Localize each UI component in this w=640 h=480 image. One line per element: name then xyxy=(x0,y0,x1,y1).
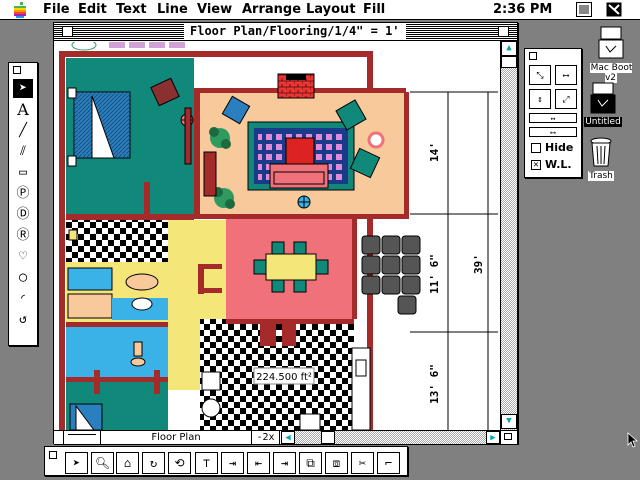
oval-tool-icon[interactable]: ◯ xyxy=(13,268,33,287)
hard-disk-icon xyxy=(598,26,624,59)
hide-checkbox[interactable] xyxy=(531,143,541,153)
dimension-palette: ⤡ ⟷ ↕ ⤢ ↔ ⟷ Hide ✕ W.L. xyxy=(524,48,582,178)
hard-disk-icon xyxy=(590,82,616,114)
line-tool-icon[interactable]: ╱ xyxy=(13,121,33,140)
scroll-right-arrow-icon[interactable]: ▶ xyxy=(486,431,500,444)
spacing-tool-icon[interactable]: ⇥ xyxy=(221,452,244,474)
align-right-tool-icon[interactable]: ⇥ xyxy=(273,452,296,474)
zoom-box[interactable] xyxy=(498,26,509,37)
horizontal-scrollbar[interactable]: ◀ ▶ xyxy=(281,430,500,444)
rotate-angle-tool-icon[interactable]: ⟲ xyxy=(168,452,191,474)
scroll-left-arrow-icon[interactable]: ◀ xyxy=(281,431,295,444)
bottom-tool-palette: ➤ 🔍︎ ⌂ ↻ ⟲ ⊤ ⇥ ⇤ ⇥ ⧉ ⧈ ✂ ⌐ xyxy=(44,446,408,476)
vertical-scrollbar[interactable]: ▲ ▼ xyxy=(500,41,517,430)
apple-icon[interactable] xyxy=(13,2,27,18)
desktop-icon-label: Untitled xyxy=(584,117,622,127)
page-icon[interactable] xyxy=(54,431,64,444)
application-switcher-icon[interactable] xyxy=(606,2,622,17)
reshape-tool-icon[interactable]: ⌐ xyxy=(377,452,400,474)
application-menu-icon[interactable] xyxy=(576,2,592,17)
dimension-angle-tool-icon[interactable]: ⤡ xyxy=(529,65,551,85)
wl-label: W.L. xyxy=(545,158,572,171)
dimension-line-style-1[interactable]: ↔ xyxy=(529,113,577,123)
menu-clock: 2:36 PM xyxy=(493,2,553,17)
menu-file[interactable]: File xyxy=(43,2,70,17)
bathroom-2 xyxy=(66,327,168,377)
curve-tool-icon[interactable]: ↺ xyxy=(13,310,33,329)
pointer-tool-icon[interactable]: ➤ xyxy=(65,452,88,474)
vertical-scroll-thumb[interactable] xyxy=(501,56,517,68)
dim-kitchen-depth: 13' 6" xyxy=(428,364,441,404)
rectangle-tool-icon[interactable]: ▭ xyxy=(13,163,33,182)
group-tool-icon[interactable]: ⧉ xyxy=(299,452,322,474)
mouse-cursor-icon xyxy=(627,432,639,448)
dim-total-depth: 39' xyxy=(472,254,485,274)
dimension-vertical-tool-icon[interactable]: ↕ xyxy=(529,89,551,109)
view-name-field[interactable]: Floor Plan xyxy=(100,431,252,444)
area-label: 224.500 ft² xyxy=(256,372,312,383)
close-box[interactable] xyxy=(62,26,73,37)
scroll-down-arrow-icon[interactable]: ▼ xyxy=(501,414,517,429)
rounded-rect-tool-icon[interactable]: Ⓡ xyxy=(13,226,33,245)
magnify-tool-icon[interactable]: 🔍︎ xyxy=(91,452,114,474)
freehand-tool-icon[interactable]: ♡ xyxy=(13,247,33,266)
dimension-diagonal-tool-icon[interactable]: ⤢ xyxy=(555,89,577,109)
rotate-tool-icon[interactable]: ↻ xyxy=(142,452,165,474)
menu-view[interactable]: View xyxy=(197,2,232,17)
menu-layout[interactable]: Layout xyxy=(306,2,356,17)
menu-fill[interactable]: Fill xyxy=(363,2,385,17)
door-tool-icon[interactable]: Ⓓ xyxy=(13,205,33,224)
tool-palette: ➤ A ╱ ⫽ ▭ Ⓟ Ⓓ Ⓡ ♡ ◯ ◜ ↺ xyxy=(8,62,38,346)
scissors-tool-icon[interactable]: ✂ xyxy=(351,452,374,474)
wall-tool-icon[interactable]: ⊤ xyxy=(195,452,218,474)
wl-checkbox[interactable]: ✕ xyxy=(531,160,541,170)
desktop-icon-label: Mac Boot v2 xyxy=(589,63,633,83)
dim-dining-depth: 11' 6" xyxy=(428,254,441,294)
palette-close-box[interactable] xyxy=(13,66,21,74)
bathroom-floor xyxy=(66,220,168,262)
menu-bar: File Edit Text Line View Arrange Layout … xyxy=(0,0,640,20)
ungroup-tool-icon[interactable]: ⧈ xyxy=(325,452,348,474)
zoom-level[interactable]: -2x xyxy=(252,431,280,444)
palette-close-box[interactable] xyxy=(49,451,57,459)
align-left-tool-icon[interactable]: ⇤ xyxy=(247,452,270,474)
desktop-icon-mac-boot[interactable]: Mac Boot v2 xyxy=(583,26,639,83)
grow-box[interactable] xyxy=(500,430,517,444)
bathtub-1 xyxy=(67,267,113,291)
desktop-icon-label: Trash xyxy=(588,171,614,181)
document-window: Floor Plan/Flooring/1/4" = 1' 14' 39' 11… xyxy=(53,22,518,444)
arc-tool-icon[interactable]: ◜ xyxy=(13,289,33,308)
window-title-bar[interactable]: Floor Plan/Flooring/1/4" = 1' xyxy=(54,23,517,41)
desktop-icon-trash[interactable]: Trash xyxy=(584,136,618,181)
floor-plan-canvas[interactable]: 14' 39' 11' 6" 13' 6" 224.500 ft² xyxy=(54,42,500,430)
status-strip: Floor Plan -2x xyxy=(54,430,281,444)
menu-text[interactable]: Text xyxy=(116,2,147,17)
window-title: Floor Plan/Flooring/1/4" = 1' xyxy=(184,24,406,39)
desktop-icon-untitled[interactable]: Untitled xyxy=(583,82,623,127)
horizontal-scroll-thumb[interactable] xyxy=(321,431,335,444)
double-line-tool-icon[interactable]: ⫽ xyxy=(13,142,33,161)
menu-line[interactable]: Line xyxy=(157,2,188,17)
house-tool-icon[interactable]: ⌂ xyxy=(116,452,139,474)
trash-icon xyxy=(590,137,612,167)
polygon-tool-icon[interactable]: Ⓟ xyxy=(13,184,33,203)
menu-edit[interactable]: Edit xyxy=(78,2,107,17)
arrow-tool-icon[interactable]: ➤ xyxy=(13,79,33,98)
text-tool-icon[interactable]: A xyxy=(13,100,33,119)
dining-table xyxy=(265,253,317,281)
hide-label: Hide xyxy=(545,141,574,154)
dimension-line-style-2[interactable]: ⟷ xyxy=(529,127,577,137)
scroll-up-arrow-icon[interactable]: ▲ xyxy=(501,41,517,56)
menu-arrange[interactable]: Arrange xyxy=(242,2,301,17)
palette-close-box[interactable] xyxy=(529,52,537,60)
dimension-horizontal-tool-icon[interactable]: ⟷ xyxy=(555,65,577,85)
dim-living-depth: 14' xyxy=(428,142,441,162)
